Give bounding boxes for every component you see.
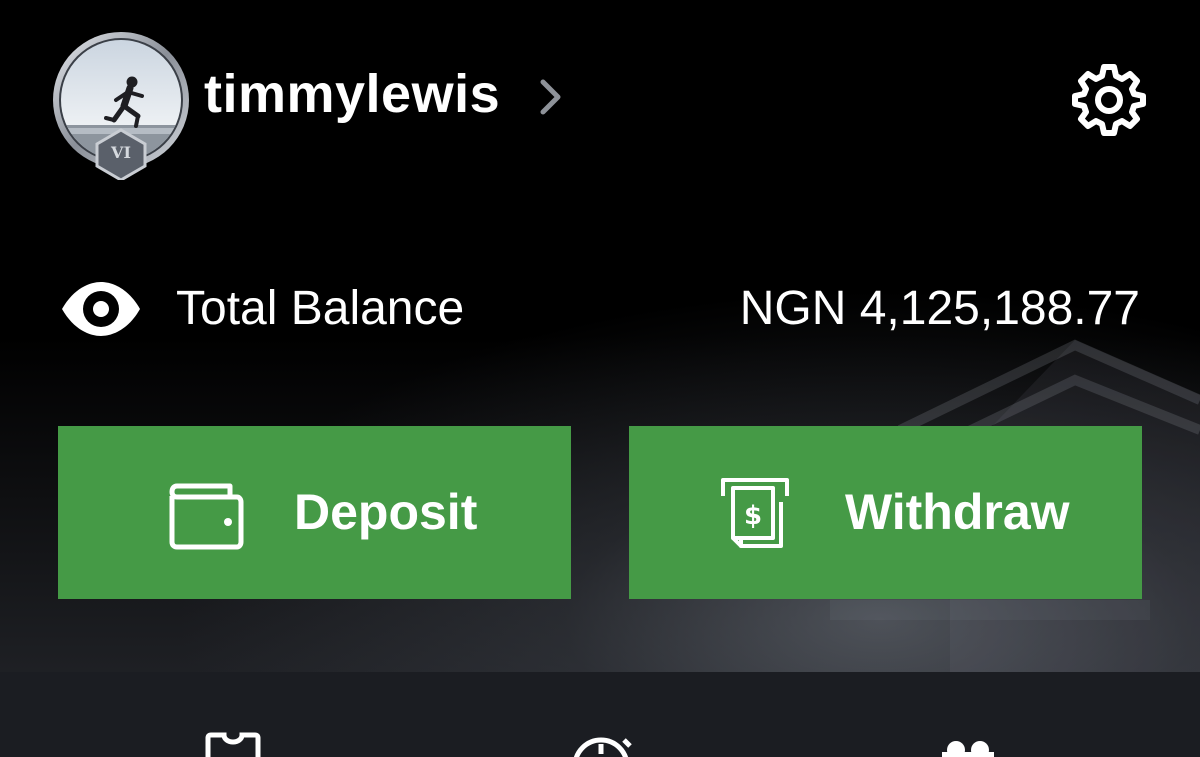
chevron-right-icon[interactable] [536, 76, 566, 118]
gift-icon[interactable] [938, 738, 998, 757]
svg-text:$: $ [744, 501, 762, 531]
total-balance-label: Total Balance [176, 282, 465, 335]
eye-icon[interactable] [60, 280, 142, 338]
withdraw-label: Withdraw [845, 484, 1070, 540]
cash-withdraw-icon: $ [721, 478, 789, 548]
account-screen: VI timmylewis Total Balance NGN 4,125,18… [0, 0, 1200, 757]
wallet-icon [169, 483, 244, 550]
timer-icon[interactable] [570, 732, 636, 757]
username[interactable]: timmylewis [204, 62, 500, 126]
deposit-label: Deposit [294, 484, 478, 540]
level-badge-text: VI [111, 143, 131, 162]
ticket-icon[interactable] [204, 732, 262, 757]
total-balance-value: NGN 4,125,188.77 [739, 282, 1140, 335]
deposit-button[interactable]: Deposit [58, 426, 571, 599]
withdraw-button[interactable]: $ Withdraw [629, 426, 1142, 599]
gear-icon[interactable] [1072, 62, 1146, 136]
bottom-menu-panel [0, 672, 1200, 757]
avatar[interactable]: VI [50, 30, 192, 182]
